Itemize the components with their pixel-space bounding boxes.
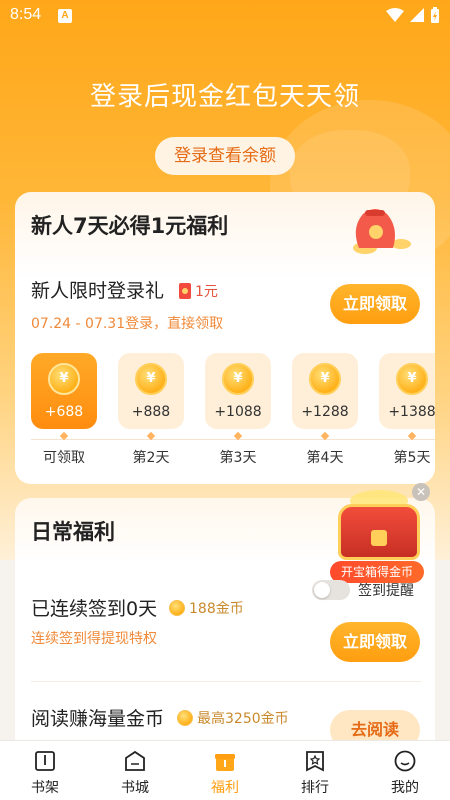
nav-label: 排行	[301, 780, 329, 796]
nav-item-bookshelf[interactable]: 书架	[0, 741, 90, 800]
timeline-dot	[320, 431, 330, 441]
check-balance-button[interactable]: 登录查看余额	[155, 137, 295, 175]
offer-badge: 1元	[179, 281, 218, 301]
daily-rewards-row: ¥ +688 可领取 ¥ +888 第2天 ¥ +1088 第3天 ¥ +128…	[31, 353, 435, 473]
day-reward-5[interactable]: ¥ +1388 第5天	[379, 353, 435, 467]
coin-icon: ¥	[135, 363, 167, 395]
timeline-dot	[146, 431, 156, 441]
streak-reward-label: 188金币	[189, 601, 244, 617]
divider	[31, 681, 421, 682]
bookstore-icon	[125, 750, 145, 771]
day-reward-2[interactable]: ¥ +888 第2天	[118, 353, 184, 467]
nav-label: 福利	[211, 780, 239, 796]
sign-streak-subtitle: 连续签到得提现特权	[31, 631, 157, 647]
close-icon[interactable]: ✕	[412, 483, 430, 501]
day-reward-amount: +1388	[388, 404, 435, 420]
newcomer-offer-subtitle: 07.24 - 07.31登录，直接领取	[31, 316, 224, 332]
sign-claim-button[interactable]: 立即领取	[330, 622, 420, 662]
nav-item-ranking[interactable]: 排行	[270, 741, 360, 800]
streak-reward: 188金币	[169, 598, 244, 618]
notification-a-icon: A	[58, 9, 72, 23]
gold-coin-icon	[177, 710, 193, 726]
gift-icon	[215, 754, 235, 771]
chest-lock-icon	[371, 530, 387, 546]
newcomer-offer-title: 新人限时登录礼	[31, 280, 165, 302]
nav-label: 书架	[31, 780, 59, 796]
day-reward-amount: +1088	[214, 404, 262, 420]
nav-label: 书城	[121, 780, 149, 796]
read-reward: 最高3250金币	[177, 708, 289, 728]
read-reward-label: 最高3250金币	[197, 711, 289, 727]
sign-reminder-toggle[interactable]	[312, 580, 350, 600]
nav-label: 我的	[391, 780, 419, 796]
status-bar: 8:54 A	[0, 0, 450, 32]
day-reward-4[interactable]: ¥ +1288 第4天	[292, 353, 358, 467]
sign-reminder: 签到提醒	[312, 580, 414, 600]
day-reward-label: 可领取	[43, 450, 85, 466]
timeline-dot	[407, 431, 417, 441]
day-reward-label: 第4天	[306, 450, 344, 466]
day-reward-box: ¥ +888	[118, 353, 184, 429]
day-reward-box: ¥ +1288	[292, 353, 358, 429]
day-reward-label: 第3天	[219, 450, 257, 466]
timeline-dot	[233, 431, 243, 441]
daily-card-title: 日常福利	[31, 520, 115, 544]
coin-icon: ¥	[222, 363, 254, 395]
sign-streak-title: 已连续签到0天	[31, 598, 158, 620]
bottom-nav: 书架 书城 福利 排行 我的	[0, 740, 450, 800]
wifi-icon	[386, 8, 404, 22]
day-reward-amount: +1288	[301, 404, 349, 420]
profile-icon	[394, 750, 416, 772]
nav-item-bookstore[interactable]: 书城	[90, 741, 180, 800]
day-reward-label: 第5天	[393, 450, 431, 466]
day-reward-amount: +888	[131, 404, 171, 420]
coin-icon: ¥	[396, 363, 428, 395]
day-reward-3[interactable]: ¥ +1088 第3天	[205, 353, 271, 467]
coin-icon: ¥	[309, 363, 341, 395]
status-time: 8:54	[10, 6, 42, 23]
bookshelf-icon	[35, 751, 55, 771]
day-reward-label: 第2天	[132, 450, 170, 466]
ranking-icon	[306, 751, 324, 772]
hero-title: 登录后现金红包天天领	[89, 82, 360, 112]
status-icons	[386, 7, 440, 23]
day-reward-1[interactable]: ¥ +688 可领取	[31, 353, 97, 467]
nav-item-welfare[interactable]: 福利	[180, 741, 270, 800]
gold-coin-icon	[169, 600, 185, 616]
day-reward-amount: +688	[44, 404, 84, 420]
coin-icon: ¥	[48, 363, 80, 395]
day-reward-box: ¥ +688	[31, 353, 97, 429]
read-task-title: 阅读赚海量金币	[31, 708, 165, 730]
nav-item-profile[interactable]: 我的	[360, 741, 450, 800]
newcomer-welfare-card: 新人7天必得1元福利 新人限时登录礼 1元 07.24 - 07.31登录，直接…	[15, 192, 435, 484]
day-reward-box: ¥ +1088	[205, 353, 271, 429]
toggle-knob	[314, 582, 330, 598]
offer-badge-label: 1元	[195, 284, 218, 300]
signal-icon	[410, 8, 424, 22]
timeline-dot	[59, 431, 69, 441]
battery-icon	[431, 7, 439, 23]
red-envelope-bag-icon	[353, 209, 411, 254]
red-packet-icon	[179, 283, 191, 299]
newcomer-claim-button[interactable]: 立即领取	[330, 284, 420, 324]
day-reward-box: ¥ +1388	[379, 353, 435, 429]
sign-reminder-label: 签到提醒	[358, 583, 414, 599]
newcomer-card-title: 新人7天必得1元福利	[31, 214, 229, 238]
